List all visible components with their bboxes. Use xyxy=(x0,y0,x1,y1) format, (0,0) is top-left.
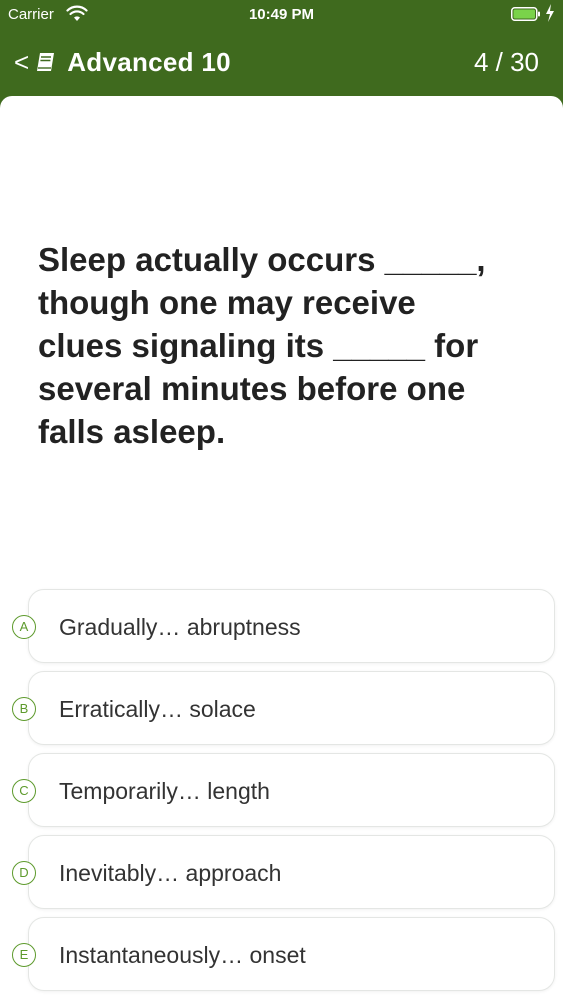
back-button[interactable]: < Advanced 10 xyxy=(14,46,231,78)
book-icon xyxy=(37,53,55,71)
page-title: Advanced 10 xyxy=(67,46,231,77)
option-letter-badge: E xyxy=(12,943,36,967)
question-card: Sleep actually occurs _____, though one … xyxy=(0,96,563,1000)
battery-icon xyxy=(511,7,540,21)
status-time: 10:49 PM xyxy=(248,6,315,23)
answer-option-a[interactable]: A Gradually… abruptness xyxy=(12,589,555,663)
option-text: Inevitably… approach xyxy=(59,860,282,886)
answer-option-d[interactable]: D Inevitably… approach xyxy=(12,835,555,909)
answer-option-c[interactable]: C Temporarily… length xyxy=(12,753,555,827)
option-letter-badge: C xyxy=(12,779,36,803)
option-text: Erratically… solace xyxy=(59,696,256,722)
answer-option-b[interactable]: B Erratically… solace xyxy=(12,671,555,745)
option-text: Gradually… abruptness xyxy=(59,614,301,640)
answer-option-e[interactable]: E Instantaneously… onset xyxy=(12,917,555,991)
chevron-left-icon: < xyxy=(14,47,30,77)
question-counter: 4 / 30 xyxy=(473,47,539,77)
option-text: Temporarily… length xyxy=(59,778,270,804)
question-text: Sleep actually occurs _____, though one … xyxy=(38,241,486,450)
nav-bar: < Advanced 10 4 / 30 xyxy=(0,32,563,94)
option-letter-badge: D xyxy=(12,861,36,885)
option-letter-badge: B xyxy=(12,697,36,721)
option-letter-badge: A xyxy=(12,615,36,639)
charging-icon xyxy=(546,4,554,22)
status-bar: Carrier 10:49 PM xyxy=(0,0,563,30)
option-text: Instantaneously… onset xyxy=(59,942,306,968)
